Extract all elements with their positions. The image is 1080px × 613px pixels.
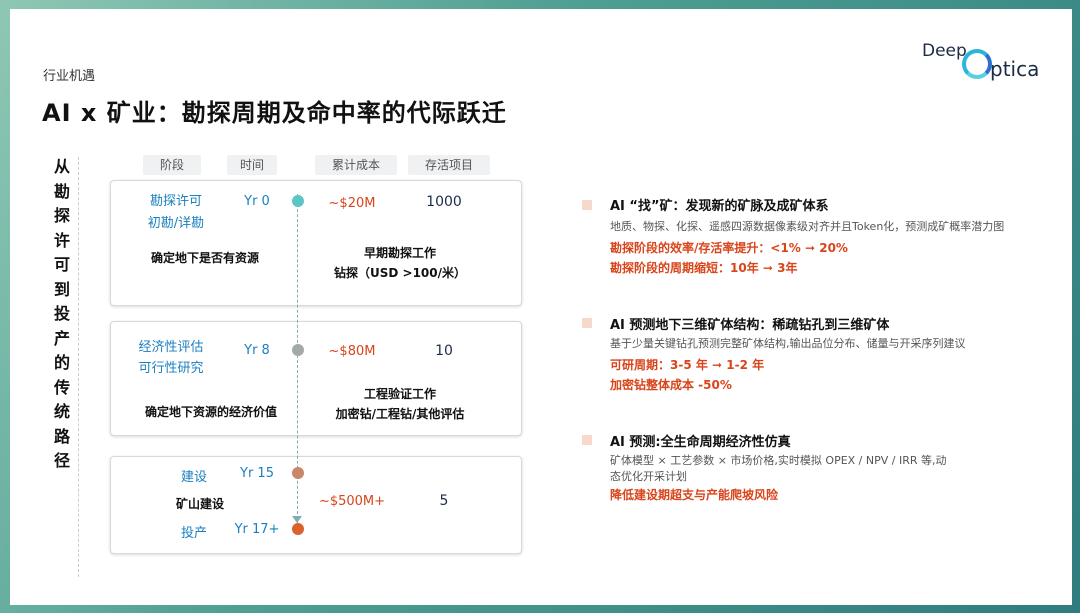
right-result: 勘探阶段的效率/存活率提升：<1% ➞ 20% (610, 241, 848, 255)
stage-name: 勘探许可 (149, 194, 202, 209)
right-result: 可研周期：3-5 年 ➞ 1-2 年 (610, 358, 765, 372)
stage-time: Yr 17+ (234, 522, 280, 537)
stage-work: 早期勘探工作 (363, 246, 436, 260)
stage-time: Yr 8 (244, 343, 270, 358)
right-subtext: 矿体模型 × 工艺参数 × 市场价格,实时模拟 OPEX / NPV / IRR… (610, 454, 947, 467)
vertical-char: 勘 (53, 181, 70, 201)
stage-work: 钻探（USD >100/米） (333, 266, 466, 280)
vertical-char: 传 (53, 377, 70, 397)
vertical-char: 径 (53, 451, 70, 470)
header-time: 时间 (227, 155, 277, 175)
vertical-char: 可 (53, 255, 70, 274)
slide: 行业机遇 Deep ptica AI x 矿业：勘探周期及命中率的代际跃迁 从 … (10, 9, 1072, 605)
bullet-square-icon (582, 435, 592, 445)
stage-work: 工程验证工作 (363, 387, 436, 401)
stage-name: 建设 (180, 470, 207, 485)
vertical-divider (78, 157, 79, 577)
stage-survive: 10 (435, 343, 453, 359)
stage-goal: 确定地下是否有资源 (150, 251, 259, 265)
stage-work: 加密钻/工程钻/其他评估 (335, 407, 465, 421)
header-survive: 存活项目 (408, 155, 490, 175)
vertical-char: 统 (53, 402, 70, 421)
bullet-square-icon (582, 318, 592, 328)
stage-name: 可行性研究 (138, 361, 204, 376)
right-heading: AI 预测:全生命周期经济性仿真 (610, 435, 791, 450)
vertical-char: 路 (53, 426, 70, 446)
timeline-dot (292, 195, 304, 207)
timeline-dot (292, 344, 304, 356)
stage-name: 经济性评估 (138, 340, 204, 355)
right-heading: AI 预测地下三维矿体结构：稀疏钻孔到三维矿体 (610, 318, 890, 333)
stage-cost: ~$80M (328, 344, 376, 359)
stage-cost: ~$20M (328, 196, 376, 211)
header-stage: 阶段 (143, 155, 201, 175)
stage-cost: ~$500M+ (318, 494, 386, 509)
timeline-dot (292, 467, 304, 479)
timeline-arrow-icon (292, 516, 302, 523)
vertical-char: 产 (53, 328, 70, 348)
section-label: 行业机遇 (43, 69, 96, 84)
stage-name: 投产 (180, 526, 207, 541)
right-result: 加密钻整体成本 -50% (610, 378, 732, 392)
stage-time: Yr 0 (244, 194, 270, 209)
stage-survive: 5 (439, 493, 449, 509)
vertical-char: 探 (53, 206, 70, 225)
timeline-dot (292, 523, 304, 535)
bullet-square-icon (582, 200, 592, 210)
stage-name: 初勘/详勘 (147, 216, 205, 231)
stage-survive: 1000 (426, 194, 462, 210)
right-result: 降低建设期超支与产能爬坡风险 (610, 488, 779, 502)
stage-goal: 矿山建设 (175, 497, 224, 511)
vertical-char: 到 (53, 279, 70, 299)
logo-text-deep: Deep (922, 41, 967, 61)
stage-goal: 确定地下资源的经济价值 (144, 405, 277, 419)
vertical-char: 投 (53, 304, 70, 323)
right-subtext: 地质、物探、化探、遥感四源数据像素级对齐并且Token化，预测成矿概率潜力图 (610, 220, 1005, 233)
vertical-char: 从 (53, 157, 70, 176)
deepoptica-logo: Deep ptica (920, 37, 1050, 85)
right-subtext: 基于少量关键钻孔预测完整矿体结构,输出品位分布、储量与开采序列建议 (610, 337, 966, 350)
vertical-char: 的 (53, 353, 70, 372)
right-subtext: 态优化开采计划 (610, 470, 687, 483)
stage-time: Yr 15 (240, 466, 274, 481)
logo-text-optica: ptica (990, 57, 1040, 81)
right-heading: AI “找”矿：发现新的矿脉及成矿体系 (610, 199, 829, 214)
logo-ring-icon (962, 49, 992, 79)
right-result: 勘探阶段的周期缩短：10年 ➞ 3年 (610, 261, 798, 275)
vertical-char: 许 (53, 230, 70, 250)
page-title: AI x 矿业：勘探周期及命中率的代际跃迁 (42, 99, 507, 127)
header-cost: 累计成本 (315, 155, 397, 175)
vertical-label: 从 勘 探 许 可 到 投 产 的 传 统 路 径 (50, 155, 74, 474)
